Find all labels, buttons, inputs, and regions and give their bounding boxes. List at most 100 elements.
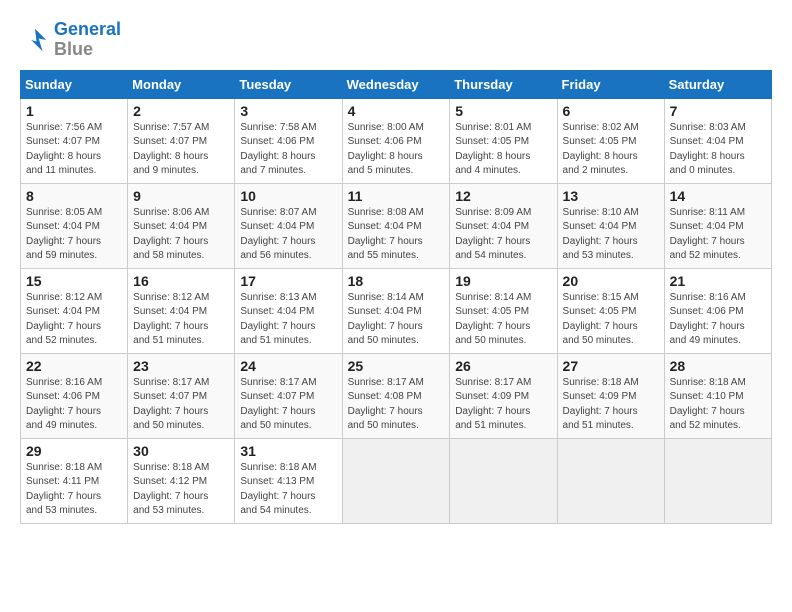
day-cell-26: 26 Sunrise: 8:17 AMSunset: 4:09 PMDayligh… <box>450 353 557 438</box>
day-number: 24 <box>240 358 336 374</box>
calendar-table: SundayMondayTuesdayWednesdayThursdayFrid… <box>20 70 772 524</box>
day-number: 19 <box>455 273 551 289</box>
day-info: Sunrise: 8:00 AMSunset: 4:06 PMDaylight:… <box>348 121 445 179</box>
day-cell-13: 13 Sunrise: 8:10 AMSunset: 4:04 PMDayligh… <box>557 183 664 268</box>
day-info: Sunrise: 8:15 AMSunset: 4:05 PMDaylight:… <box>563 291 659 349</box>
day-number: 16 <box>133 273 229 289</box>
day-number: 20 <box>563 273 659 289</box>
header-wednesday: Wednesday <box>342 70 450 98</box>
header-friday: Friday <box>557 70 664 98</box>
day-info: Sunrise: 8:17 AMSunset: 4:09 PMDaylight:… <box>455 376 551 434</box>
day-number: 10 <box>240 188 336 204</box>
day-number: 21 <box>670 273 766 289</box>
page-header: GeneralBlue <box>20 20 772 60</box>
calendar-week-2: 8 Sunrise: 8:05 AMSunset: 4:04 PMDaylight… <box>21 183 772 268</box>
header-monday: Monday <box>128 70 235 98</box>
day-number: 25 <box>348 358 445 374</box>
day-number: 31 <box>240 443 336 459</box>
empty-cell <box>664 438 771 523</box>
day-info: Sunrise: 8:11 AMSunset: 4:04 PMDaylight:… <box>670 206 766 264</box>
day-number: 22 <box>26 358 122 374</box>
day-number: 9 <box>133 188 229 204</box>
day-info: Sunrise: 8:18 AMSunset: 4:10 PMDaylight:… <box>670 376 766 434</box>
empty-cell <box>450 438 557 523</box>
calendar-header-row: SundayMondayTuesdayWednesdayThursdayFrid… <box>21 70 772 98</box>
day-cell-14: 14 Sunrise: 8:11 AMSunset: 4:04 PMDayligh… <box>664 183 771 268</box>
day-cell-3: 3Sunrise: 7:58 AMSunset: 4:06 PMDaylight… <box>235 98 342 183</box>
day-number: 27 <box>563 358 659 374</box>
day-cell-24: 24Sunrise: 8:17 AMSunset: 4:07 PMDayligh… <box>235 353 342 438</box>
day-cell-8: 8 Sunrise: 8:05 AMSunset: 4:04 PMDaylight… <box>21 183 128 268</box>
day-number: 12 <box>455 188 551 204</box>
day-number: 13 <box>563 188 659 204</box>
day-info: Sunrise: 8:03 AMSunset: 4:04 PMDaylight:… <box>670 121 766 179</box>
day-cell-17: 17 Sunrise: 8:13 AMSunset: 4:04 PMDayligh… <box>235 268 342 353</box>
calendar-week-4: 22 Sunrise: 8:16 AMSunset: 4:06 PMDayligh… <box>21 353 772 438</box>
day-info: Sunrise: 8:06 AMSunset: 4:04 PMDaylight:… <box>133 206 229 264</box>
day-number: 11 <box>348 188 445 204</box>
day-cell-12: 12 Sunrise: 8:09 AMSunset: 4:04 PMDayligh… <box>450 183 557 268</box>
day-info: Sunrise: 8:17 AMSunset: 4:07 PMDaylight:… <box>133 376 229 434</box>
day-number: 7 <box>670 103 766 119</box>
day-info: Sunrise: 8:08 AMSunset: 4:04 PMDaylight:… <box>348 206 445 264</box>
day-number: 2 <box>133 103 229 119</box>
day-cell-10: 10Sunrise: 8:07 AMSunset: 4:04 PMDayligh… <box>235 183 342 268</box>
day-cell-6: 6 Sunrise: 8:02 AMSunset: 4:05 PMDaylight… <box>557 98 664 183</box>
day-info: Sunrise: 7:58 AMSunset: 4:06 PMDaylight:… <box>240 121 336 179</box>
day-info: Sunrise: 7:57 AMSunset: 4:07 PMDaylight:… <box>133 121 229 179</box>
day-info: Sunrise: 8:12 AMSunset: 4:04 PMDaylight:… <box>133 291 229 349</box>
calendar-week-3: 15Sunrise: 8:12 AMSunset: 4:04 PMDayligh… <box>21 268 772 353</box>
day-info: Sunrise: 8:18 AMSunset: 4:09 PMDaylight:… <box>563 376 659 434</box>
header-saturday: Saturday <box>664 70 771 98</box>
day-cell-25: 25 Sunrise: 8:17 AMSunset: 4:08 PMDayligh… <box>342 353 450 438</box>
day-info: Sunrise: 8:05 AMSunset: 4:04 PMDaylight:… <box>26 206 122 264</box>
day-info: Sunrise: 8:14 AMSunset: 4:05 PMDaylight:… <box>455 291 551 349</box>
day-info: Sunrise: 8:09 AMSunset: 4:04 PMDaylight:… <box>455 206 551 264</box>
day-info: Sunrise: 8:14 AMSunset: 4:04 PMDaylight:… <box>348 291 445 349</box>
day-info: Sunrise: 8:02 AMSunset: 4:05 PMDaylight:… <box>563 121 659 179</box>
logo-text: GeneralBlue <box>54 20 121 60</box>
empty-cell <box>557 438 664 523</box>
day-cell-18: 18 Sunrise: 8:14 AMSunset: 4:04 PMDayligh… <box>342 268 450 353</box>
day-number: 6 <box>563 103 659 119</box>
calendar-week-1: 1Sunrise: 7:56 AMSunset: 4:07 PMDaylight… <box>21 98 772 183</box>
day-number: 18 <box>348 273 445 289</box>
day-cell-22: 22 Sunrise: 8:16 AMSunset: 4:06 PMDayligh… <box>21 353 128 438</box>
day-info: Sunrise: 8:10 AMSunset: 4:04 PMDaylight:… <box>563 206 659 264</box>
day-cell-15: 15Sunrise: 8:12 AMSunset: 4:04 PMDayligh… <box>21 268 128 353</box>
day-number: 23 <box>133 358 229 374</box>
day-cell-19: 19 Sunrise: 8:14 AMSunset: 4:05 PMDayligh… <box>450 268 557 353</box>
day-info: Sunrise: 8:17 AMSunset: 4:08 PMDaylight:… <box>348 376 445 434</box>
day-number: 17 <box>240 273 336 289</box>
day-number: 1 <box>26 103 122 119</box>
day-cell-7: 7 Sunrise: 8:03 AMSunset: 4:04 PMDaylight… <box>664 98 771 183</box>
day-cell-31: 31 Sunrise: 8:18 AMSunset: 4:13 PMDayligh… <box>235 438 342 523</box>
day-number: 8 <box>26 188 122 204</box>
day-info: Sunrise: 8:16 AMSunset: 4:06 PMDaylight:… <box>26 376 122 434</box>
day-info: Sunrise: 8:18 AMSunset: 4:11 PMDaylight:… <box>26 461 122 519</box>
day-info: Sunrise: 8:13 AMSunset: 4:04 PMDaylight:… <box>240 291 336 349</box>
day-cell-1: 1Sunrise: 7:56 AMSunset: 4:07 PMDaylight… <box>21 98 128 183</box>
day-cell-16: 16 Sunrise: 8:12 AMSunset: 4:04 PMDayligh… <box>128 268 235 353</box>
day-info: Sunrise: 8:01 AMSunset: 4:05 PMDaylight:… <box>455 121 551 179</box>
day-info: Sunrise: 8:18 AMSunset: 4:12 PMDaylight:… <box>133 461 229 519</box>
day-cell-27: 27 Sunrise: 8:18 AMSunset: 4:09 PMDayligh… <box>557 353 664 438</box>
empty-cell <box>342 438 450 523</box>
day-info: Sunrise: 8:18 AMSunset: 4:13 PMDaylight:… <box>240 461 336 519</box>
day-cell-9: 9 Sunrise: 8:06 AMSunset: 4:04 PMDaylight… <box>128 183 235 268</box>
day-cell-30: 30 Sunrise: 8:18 AMSunset: 4:12 PMDayligh… <box>128 438 235 523</box>
day-cell-20: 20 Sunrise: 8:15 AMSunset: 4:05 PMDayligh… <box>557 268 664 353</box>
day-number: 30 <box>133 443 229 459</box>
day-number: 29 <box>26 443 122 459</box>
day-cell-2: 2 Sunrise: 7:57 AMSunset: 4:07 PMDaylight… <box>128 98 235 183</box>
day-cell-5: 5Sunrise: 8:01 AMSunset: 4:05 PMDaylight… <box>450 98 557 183</box>
day-number: 26 <box>455 358 551 374</box>
day-number: 14 <box>670 188 766 204</box>
day-number: 4 <box>348 103 445 119</box>
day-cell-29: 29 Sunrise: 8:18 AMSunset: 4:11 PMDayligh… <box>21 438 128 523</box>
logo-icon <box>20 25 50 55</box>
day-number: 28 <box>670 358 766 374</box>
day-cell-21: 21Sunrise: 8:16 AMSunset: 4:06 PMDayligh… <box>664 268 771 353</box>
calendar-week-5: 29 Sunrise: 8:18 AMSunset: 4:11 PMDayligh… <box>21 438 772 523</box>
header-sunday: Sunday <box>21 70 128 98</box>
